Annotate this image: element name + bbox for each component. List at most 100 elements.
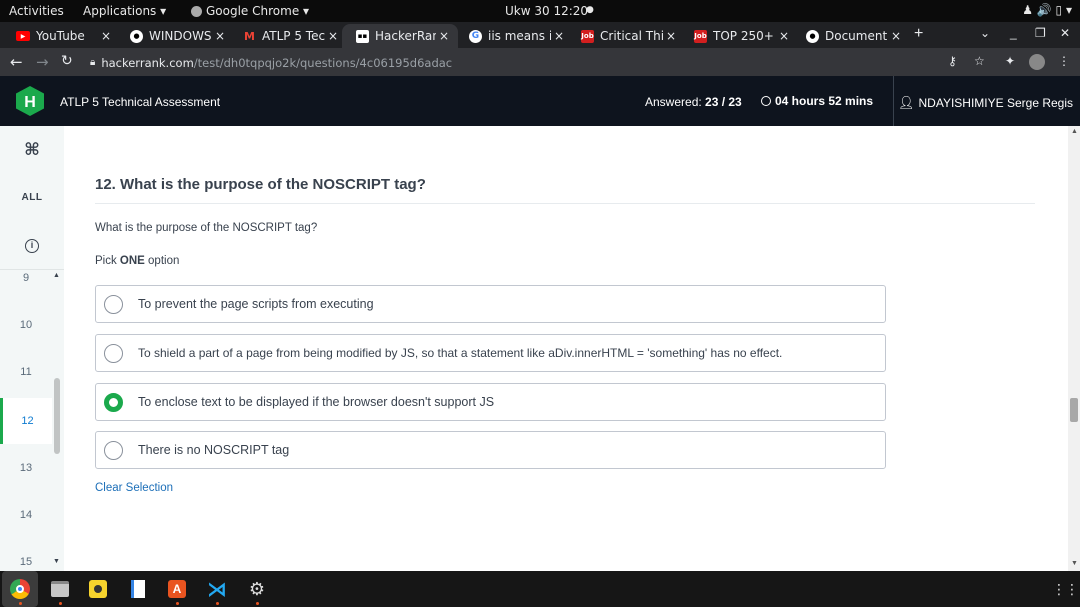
question-nav-item[interactable]: 13 xyxy=(0,450,52,486)
scroll-up-icon[interactable]: ▲ xyxy=(1071,128,1078,135)
hackerrank-logo-icon[interactable]: H xyxy=(16,86,44,116)
restore-icon[interactable]: ❐ xyxy=(1035,26,1046,40)
sidebar-scrollbar[interactable]: ▲ ▼ xyxy=(52,272,62,565)
reload-icon[interactable]: ↻ xyxy=(61,53,73,69)
software-store-icon: A xyxy=(168,580,186,598)
dock-files[interactable] xyxy=(47,576,73,602)
answer-option[interactable]: To prevent the page scripts from executi… xyxy=(95,285,886,323)
tab-document[interactable]: ● Document × xyxy=(792,24,910,48)
radio-button-checked[interactable] xyxy=(104,392,123,412)
tab-close-icon[interactable]: × xyxy=(776,29,792,43)
taskbar-dock: A ⋊ ⚙ ⋮⋮⋮ xyxy=(0,571,1080,607)
dock-libreoffice-writer[interactable] xyxy=(125,576,151,602)
answer-option[interactable]: To shield a part of a page from being mo… xyxy=(95,334,886,372)
hackerrank-tab-icon: ▪▪ xyxy=(356,29,369,43)
scroll-up-icon[interactable]: ▲ xyxy=(53,272,60,279)
system-top-bar: Activities Applications ▾ Google Chrome … xyxy=(0,0,1080,22)
tab-hackerrank[interactable]: ▪▪ HackerRank × xyxy=(342,24,458,48)
tab-search-icon[interactable]: ⌄ xyxy=(980,26,990,40)
forward-icon[interactable]: → xyxy=(36,53,49,71)
scroll-down-icon[interactable]: ▼ xyxy=(53,558,60,565)
bookmark-star-icon[interactable]: ☆ xyxy=(974,54,985,68)
app-menu[interactable]: Google Chrome ▾ xyxy=(191,4,309,18)
tab-label: TOP 250+ A xyxy=(713,29,776,43)
user-icon: 👤︎ xyxy=(898,95,915,110)
radio-button[interactable] xyxy=(104,343,123,363)
app-menu-label: Google Chrome ▾ xyxy=(206,4,310,18)
applications-menu[interactable]: Applications ▾ xyxy=(83,4,166,18)
chrome-menu-icon[interactable]: ⋮ xyxy=(1058,54,1070,68)
test-header: H ATLP 5 Technical Assessment Answered: … xyxy=(0,76,1080,126)
answer-option[interactable]: There is no NOSCRIPT tag xyxy=(95,431,886,469)
tab-close-icon[interactable]: × xyxy=(551,29,567,43)
lock-icon: 🔒︎ xyxy=(90,57,96,68)
tab-google-search[interactable]: G iis means in × xyxy=(455,24,573,48)
question-number-list: 9 10 11 12 13 14 15 ▲ ▼ xyxy=(0,269,64,571)
dock-settings[interactable]: ⚙ xyxy=(244,576,270,602)
show-applications-icon[interactable]: ⋮⋮⋮ xyxy=(1052,581,1080,598)
tab-atlp-gmail[interactable]: M ATLP 5 Tech × xyxy=(229,24,347,48)
user-name: NDAYISHIMIYE Serge Regis xyxy=(918,96,1074,110)
option-text: To shield a part of a page from being mo… xyxy=(138,346,783,360)
tab-close-icon[interactable]: × xyxy=(98,29,114,43)
chrome-app-icon xyxy=(191,5,202,17)
question-nav-item[interactable]: 10 xyxy=(0,307,52,343)
tab-windows[interactable]: ● WINDOWS × xyxy=(116,24,234,48)
key-icon[interactable]: ⚷ xyxy=(948,54,957,68)
tab-close-icon[interactable]: × xyxy=(663,29,679,43)
command-icon[interactable]: ⌘ xyxy=(0,140,64,160)
vscode-icon: ⋊ xyxy=(207,578,227,601)
scroll-down-icon[interactable]: ▼ xyxy=(1071,560,1078,567)
job-site-icon: Job xyxy=(581,29,594,43)
dock-software-center[interactable]: A xyxy=(164,576,190,602)
option-text: To prevent the page scripts from executi… xyxy=(138,297,374,311)
chrome-icon xyxy=(10,579,30,599)
radio-button[interactable] xyxy=(104,294,123,314)
recording-indicator: ● xyxy=(586,5,594,15)
github-icon: ● xyxy=(130,29,143,43)
question-title: 12. What is the purpose of the NOSCRIPT … xyxy=(95,176,426,193)
answered-value: 23 / 23 xyxy=(705,95,742,109)
question-nav-item[interactable]: 9 xyxy=(0,260,52,296)
tab-label: Critical Thin xyxy=(600,29,663,43)
question-nav-item[interactable]: 11 xyxy=(0,354,52,390)
question-text: What is the purpose of the NOSCRIPT tag? xyxy=(95,222,318,234)
tab-close-icon[interactable]: × xyxy=(888,29,904,43)
answer-option-selected[interactable]: To enclose text to be displayed if the b… xyxy=(95,383,886,421)
radio-button[interactable] xyxy=(104,440,123,460)
extensions-icon[interactable]: ✦ xyxy=(1005,54,1015,68)
back-icon[interactable]: ← xyxy=(10,53,23,71)
tab-top-250[interactable]: Job TOP 250+ A × xyxy=(680,24,798,48)
minimize-icon[interactable]: _ xyxy=(1010,26,1017,40)
scrollbar-thumb[interactable] xyxy=(1070,398,1078,422)
clear-selection-link[interactable]: Clear Selection xyxy=(95,482,173,494)
filter-all[interactable]: ALL xyxy=(0,192,64,203)
svg-text:H: H xyxy=(24,94,36,111)
close-window-icon[interactable]: ✕ xyxy=(1060,26,1070,40)
folder-icon xyxy=(51,581,69,597)
document-icon xyxy=(131,580,145,598)
question-nav-item[interactable]: 14 xyxy=(0,497,52,533)
activities-button[interactable]: Activities xyxy=(9,4,64,18)
page-scrollbar[interactable]: ▲ ▼ xyxy=(1068,126,1080,571)
running-indicator xyxy=(256,602,259,605)
address-bar[interactable]: 🔒︎ hackerrank.com /test/dh0tqpqjo2k/ques… xyxy=(90,53,1000,72)
tab-critical-thinking[interactable]: Job Critical Thin × xyxy=(567,24,685,48)
question-nav-item-current[interactable]: 12 xyxy=(0,398,52,444)
scrollbar-thumb[interactable] xyxy=(54,378,60,454)
pick-prefix: Pick xyxy=(95,255,120,267)
tab-close-icon[interactable]: × xyxy=(436,29,452,43)
system-status-menu[interactable]: ♟ 🔊 ▯ ▾ xyxy=(1022,3,1072,17)
tab-youtube[interactable]: ▶ YouTube × xyxy=(2,24,120,48)
tab-close-icon[interactable]: × xyxy=(212,29,228,43)
tab-close-icon[interactable]: × xyxy=(325,29,341,43)
info-icon[interactable]: i xyxy=(0,235,64,253)
clock[interactable]: Ukw 30 12:20 xyxy=(505,4,588,18)
profile-avatar-icon[interactable] xyxy=(1029,54,1045,70)
user-menu[interactable]: 👤︎ NDAYISHIMIYE Serge Regis ▾ xyxy=(898,95,1080,111)
dock-rhythmbox[interactable] xyxy=(85,576,111,602)
new-tab-button[interactable]: + xyxy=(914,25,923,43)
dock-vscode[interactable]: ⋊ xyxy=(204,576,230,602)
pick-instruction: Pick ONE option xyxy=(95,255,179,267)
running-indicator xyxy=(176,602,179,605)
